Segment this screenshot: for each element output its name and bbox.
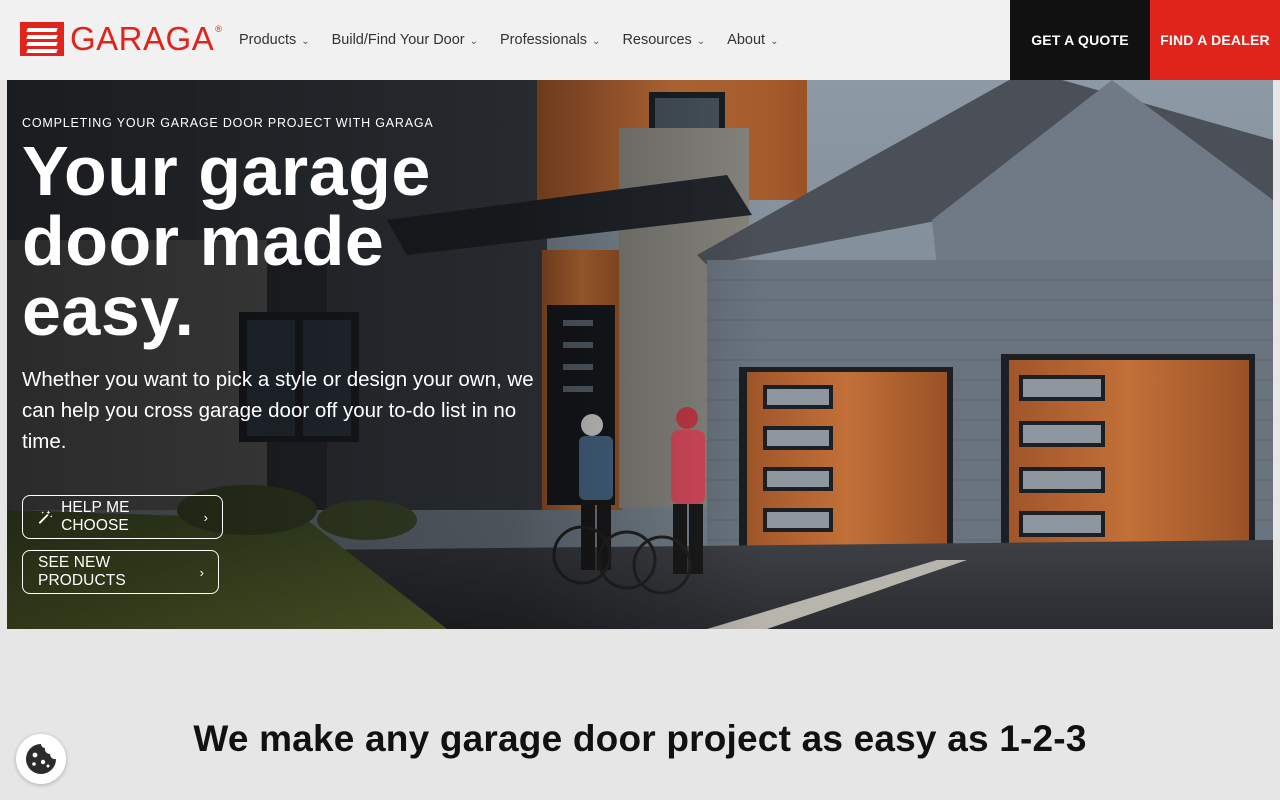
chevron-down-icon: ⌄ <box>469 35 479 47</box>
hero-subcopy: Whether you want to pick a style or desi… <box>22 368 534 453</box>
get-a-quote-button[interactable]: GET A QUOTE <box>1010 0 1150 80</box>
magic-wand-icon <box>38 510 53 524</box>
find-a-dealer-button[interactable]: FIND A DEALER <box>1150 0 1280 80</box>
chevron-down-icon: ⌄ <box>696 35 706 47</box>
site-header: GARAGA ® Products ⌄ Build/Find Your Door… <box>0 0 1280 80</box>
section-title: We make any garage door project as easy … <box>193 718 1087 759</box>
see-new-products-button[interactable]: SEE NEW PRODUCTS › <box>22 550 219 594</box>
help-me-choose-button[interactable]: HELP ME CHOOSE › <box>22 495 223 539</box>
cookie-icon <box>26 744 56 774</box>
nav-item-products[interactable]: Products ⌄ <box>239 32 310 48</box>
hero-eyebrow: COMPLETING YOUR GARAGE DOOR PROJECT WITH… <box>22 116 434 130</box>
nav-item-label: Resources <box>622 32 692 48</box>
main-nav: Products ⌄ Build/Find Your Door ⌄ Profes… <box>239 0 800 80</box>
nav-item-label: Professionals <box>500 32 588 48</box>
chevron-down-icon: ⌄ <box>301 35 310 47</box>
nav-item-professionals[interactable]: Professionals ⌄ <box>500 32 600 48</box>
logo-text: GARAGA <box>70 20 215 57</box>
nav-item-build-find-door[interactable]: Build/Find Your Door ⌄ <box>332 32 478 48</box>
nav-item-label: Products <box>239 32 297 48</box>
see-new-products-label: SEE NEW PRODUCTS <box>38 554 126 589</box>
chevron-down-icon: ⌄ <box>592 35 601 47</box>
nav-item-label: About <box>727 32 766 48</box>
garaga-logo[interactable]: GARAGA ® <box>20 22 222 56</box>
logo-mark-icon <box>20 22 64 56</box>
logo-registered-mark: ® <box>215 24 222 34</box>
chevron-right-icon: › <box>203 509 208 525</box>
nav-item-label: Build/Find Your Door <box>331 32 465 48</box>
help-me-choose-label: HELP ME CHOOSE <box>61 499 130 534</box>
cookie-settings-button[interactable] <box>16 734 66 784</box>
chevron-right-icon: › <box>199 564 204 580</box>
hero-banner: COMPLETING YOUR GARAGE DOOR PROJECT WITH… <box>7 80 1273 629</box>
hero-headline: Your garage door made easy. <box>22 132 431 350</box>
nav-item-about[interactable]: About ⌄ <box>727 32 778 48</box>
chevron-down-icon: ⌄ <box>770 35 779 47</box>
nav-item-resources[interactable]: Resources ⌄ <box>622 32 705 48</box>
